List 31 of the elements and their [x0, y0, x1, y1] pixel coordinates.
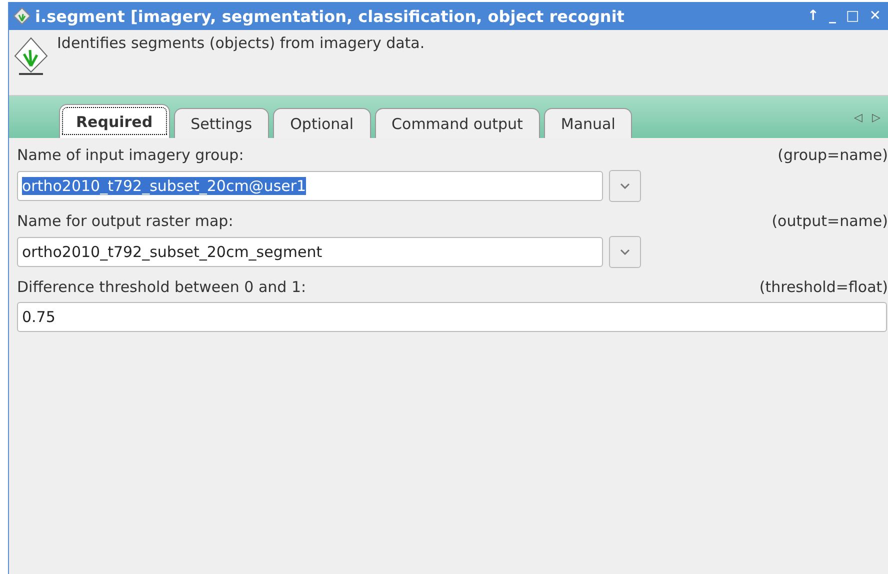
field-label: Name for output raster map:: [17, 212, 234, 230]
tab-scroll-button[interactable]: ▷: [872, 110, 880, 124]
field-value: ortho2010_t792_subset_20cm@user1: [22, 177, 306, 195]
tab[interactable]: Required: [59, 104, 170, 138]
field-label: Difference threshold between 0 and 1:: [17, 278, 306, 296]
grass-icon: [13, 36, 49, 76]
tab[interactable]: Settings: [174, 108, 270, 138]
window-button[interactable]: ↑: [804, 8, 822, 24]
tab[interactable]: Command output: [374, 108, 540, 138]
field-label: Name of input imagery group:: [17, 146, 244, 164]
field-value: ortho2010_t792_subset_20cm_segment: [22, 243, 322, 261]
tab[interactable]: Manual: [544, 108, 632, 138]
window-button[interactable]: □: [843, 8, 862, 24]
window-button[interactable]: ✕: [866, 8, 884, 24]
combo-field[interactable]: ortho2010_t792_subset_20cm@user1: [17, 171, 603, 201]
chevron-icon: [620, 249, 630, 255]
window-button[interactable]: _: [826, 8, 840, 24]
window-title: i.segment [imagery, segmentation, classification, object recognit: [35, 6, 626, 26]
field-value: 0.75: [22, 308, 56, 326]
parameter-hint: (threshold=float): [759, 278, 888, 296]
dropdown-button[interactable]: [609, 236, 641, 268]
dropdown-button[interactable]: [609, 170, 641, 202]
description-text: Identifies segments (objects) from imagery data.: [57, 34, 425, 52]
combo-field[interactable]: ortho2010_t792_subset_20cm_segment: [17, 237, 603, 267]
input-field[interactable]: 0.75: [17, 302, 887, 332]
tab-scroll-button[interactable]: ◁: [854, 110, 862, 124]
parameter-hint: (output=name): [772, 212, 888, 230]
chevron-icon: [620, 183, 630, 189]
parameter-hint: (group=name): [778, 146, 888, 164]
app-icon: [13, 7, 31, 25]
tab[interactable]: Optional: [273, 108, 371, 138]
